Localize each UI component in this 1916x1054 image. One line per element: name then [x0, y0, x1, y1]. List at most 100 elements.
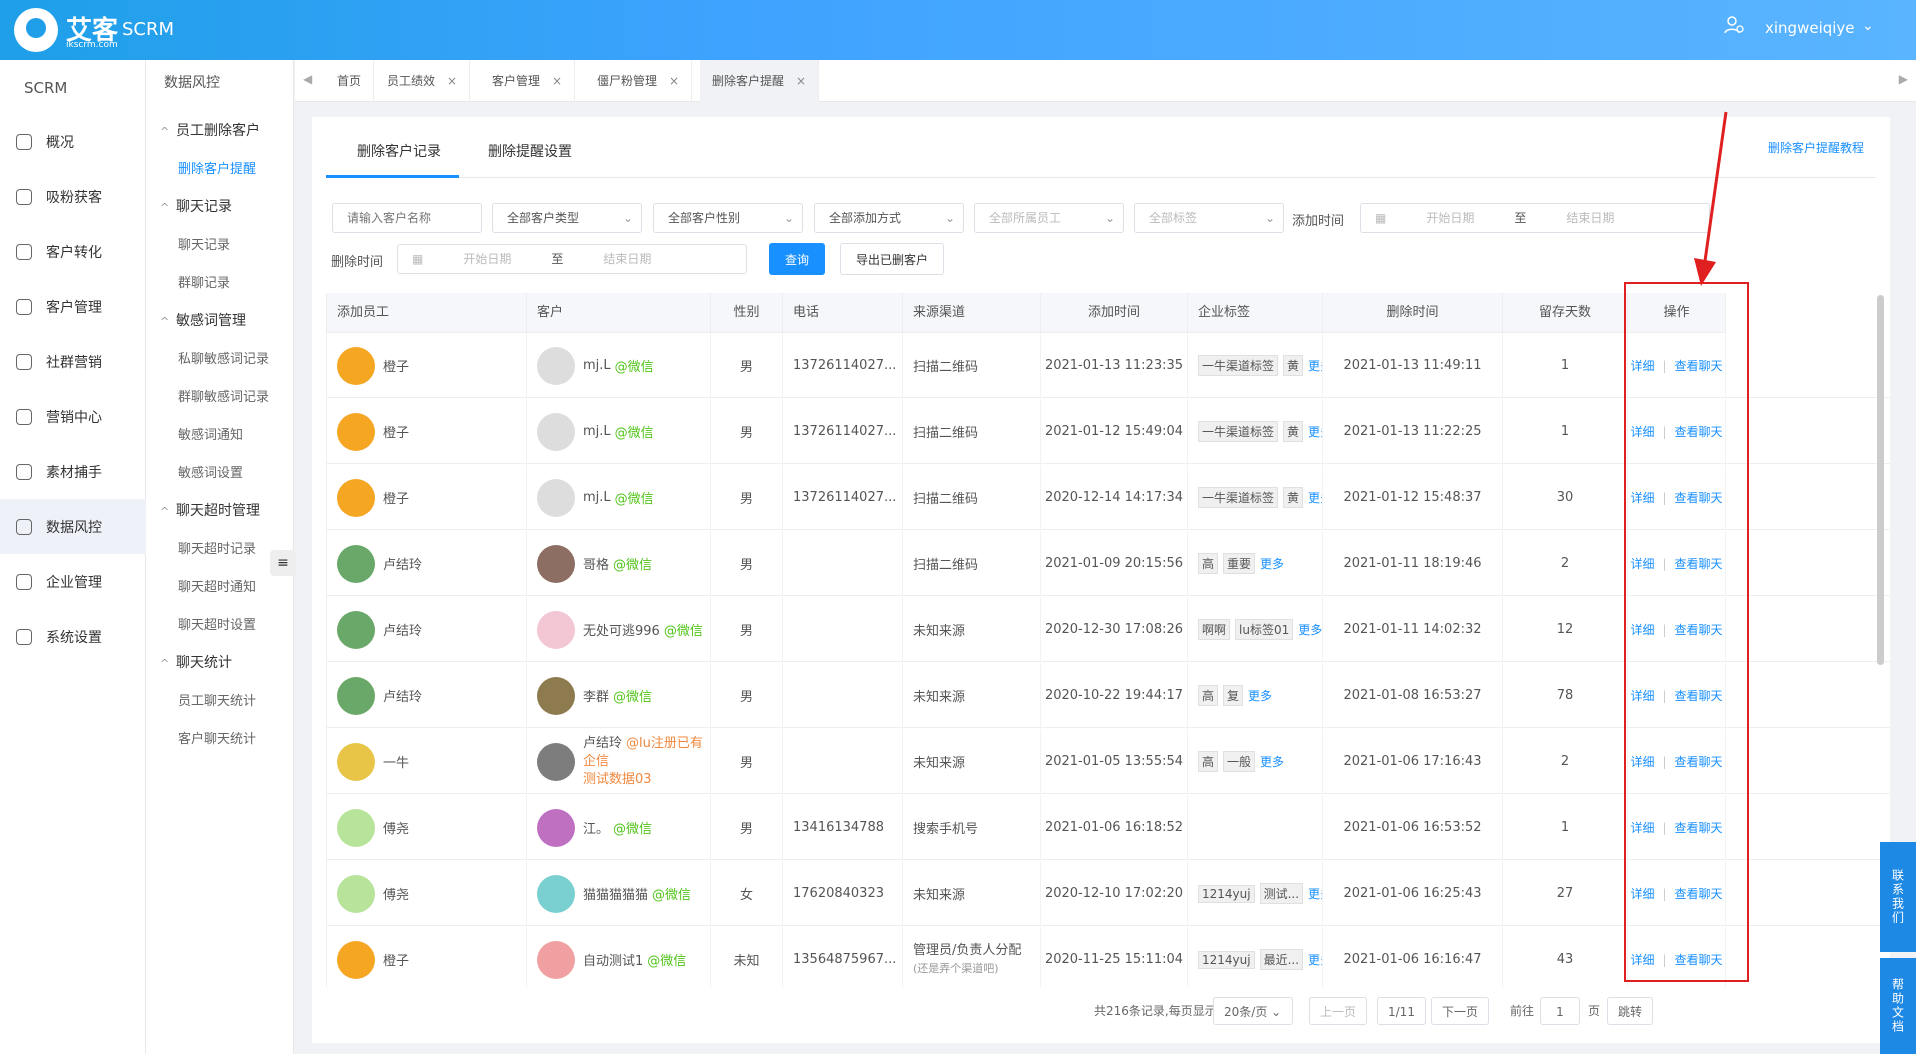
- tab-scroll-right-icon[interactable]: ▶: [1899, 72, 1908, 86]
- customer-name: mj.L: [583, 358, 611, 373]
- tag: 黄: [1283, 355, 1304, 376]
- user-settings-icon[interactable]: [1723, 14, 1745, 36]
- subnav-group[interactable]: 聊天统计: [160, 652, 232, 672]
- prev-page-button[interactable]: 上一页: [1309, 997, 1368, 1025]
- staff-name: 傅尧: [383, 888, 410, 903]
- sidebar-item-label: 营销中心: [46, 409, 102, 426]
- jump-button[interactable]: 跳转: [1607, 997, 1654, 1025]
- sidebar-item-material[interactable]: 素材捕手: [0, 444, 146, 499]
- subnav-item[interactable]: 删除客户提醒: [178, 158, 256, 177]
- source-cell: 未知来源: [903, 663, 1041, 728]
- sidebar-item-company[interactable]: 企业管理: [0, 554, 146, 609]
- chevron-down-icon[interactable]: ⌄: [1862, 18, 1874, 34]
- more-link[interactable]: 更多: [1260, 555, 1284, 572]
- subnav-item[interactable]: 私聊敏感词记录: [178, 348, 269, 367]
- tab-reminder-settings[interactable]: 删除提醒设置: [488, 141, 572, 161]
- sidebar-item-convert[interactable]: 客户转化: [0, 224, 146, 279]
- sidebar-item-acquire[interactable]: 吸粉获客: [0, 169, 146, 224]
- vertical-scrollbar[interactable]: [1877, 295, 1884, 665]
- customer-gender-select[interactable]: 全部客户性别 ⌄: [653, 203, 803, 233]
- tag: 测试...: [1259, 883, 1304, 904]
- gender-cell: 男: [711, 465, 783, 530]
- sidebar-item-settings[interactable]: 系统设置: [0, 609, 146, 664]
- start-date-placeholder: 开始日期: [1426, 211, 1475, 225]
- staff-select[interactable]: 全部所属员工 ⌄: [974, 203, 1124, 233]
- retention-days-cell: 1: [1503, 795, 1628, 860]
- sidebar-item-marketing[interactable]: 营销中心: [0, 389, 146, 444]
- subnav-item[interactable]: 敏感词设置: [178, 462, 243, 481]
- tab-scroll-left-icon[interactable]: ◀: [303, 72, 312, 86]
- more-link[interactable]: 更多: [1308, 951, 1322, 968]
- column-header: 添加时间: [1041, 293, 1188, 333]
- deleted-time: 2021-01-11 18:19:46: [1343, 556, 1482, 571]
- more-link[interactable]: 更多: [1308, 423, 1322, 440]
- tab-performance[interactable]: 员工绩效 ×: [375, 60, 471, 102]
- added-time-cell: 2021-01-12 15:49:04: [1041, 399, 1188, 464]
- customer-channel: @微信: [613, 822, 653, 837]
- tab-delete-records[interactable]: 删除客户记录: [357, 141, 441, 161]
- next-page-button[interactable]: 下一页: [1431, 997, 1490, 1025]
- sidebar-item-risk[interactable]: 数据风控: [0, 499, 146, 554]
- sidebar-item-community[interactable]: 社群营销: [0, 334, 146, 389]
- sidebar-item-customers[interactable]: 客户管理: [0, 279, 146, 334]
- source-cell: 未知来源: [903, 597, 1041, 662]
- deleted-time: 2021-01-08 16:53:27: [1343, 688, 1482, 703]
- page-size-select[interactable]: 20条/页 ⌄: [1213, 997, 1293, 1025]
- phone-value: 13726114027...: [793, 490, 897, 505]
- tab-zombie[interactable]: 僵尸粉管理 ×: [585, 60, 693, 102]
- company-icon: [16, 573, 32, 590]
- subnav-group[interactable]: 员工删除客户: [160, 120, 260, 140]
- subnav-group[interactable]: 聊天记录: [160, 196, 232, 216]
- customer-name-input[interactable]: [332, 203, 482, 233]
- subnav-item[interactable]: 聊天超时设置: [178, 614, 256, 633]
- export-deleted-button[interactable]: 导出已删客户: [840, 243, 944, 275]
- more-link[interactable]: 更多: [1260, 753, 1284, 770]
- chevron-down-icon: ⌄: [1264, 211, 1275, 225]
- subnav-group[interactable]: 聊天超时管理: [160, 500, 260, 520]
- avatar: [337, 412, 375, 451]
- delete-time-range[interactable]: ▦ 开始日期 至 结束日期: [397, 244, 747, 274]
- goto-page-input[interactable]: 1: [1540, 997, 1580, 1025]
- query-button[interactable]: 查询: [769, 243, 825, 275]
- subnav-item[interactable]: 客户聊天统计: [178, 728, 256, 747]
- subnav-item[interactable]: 聊天超时通知: [178, 576, 256, 595]
- subnav-item[interactable]: 敏感词通知: [178, 424, 243, 443]
- customer-info: 卢结玲 @lu注册已有企信 测试数据03: [583, 735, 710, 789]
- subnav-item[interactable]: 群聊记录: [178, 272, 230, 291]
- tab-home[interactable]: 首页: [325, 60, 375, 102]
- subnav-item[interactable]: 群聊敏感词记录: [178, 386, 269, 405]
- tag: 高: [1198, 751, 1219, 772]
- tag: 一般: [1223, 751, 1256, 772]
- close-icon[interactable]: ×: [552, 74, 562, 88]
- close-icon[interactable]: ×: [669, 74, 679, 88]
- more-link[interactable]: 更多: [1308, 357, 1322, 374]
- close-icon[interactable]: ×: [447, 74, 457, 88]
- more-link[interactable]: 更多: [1298, 621, 1322, 638]
- more-link[interactable]: 更多: [1248, 687, 1272, 704]
- more-link[interactable]: 更多: [1308, 885, 1322, 902]
- staff-cell: 傅尧: [327, 861, 527, 926]
- tab-delete-reminder[interactable]: 删除客户提醒 ×: [700, 60, 820, 102]
- subnav-item[interactable]: 员工聊天统计: [178, 690, 256, 709]
- contact-us-button[interactable]: 联系我们: [1880, 842, 1916, 952]
- add-time-range[interactable]: ▦ 开始日期 至 结束日期: [1360, 203, 1710, 233]
- sidebar-item-overview[interactable]: 概况: [0, 114, 146, 169]
- subnav-item[interactable]: 聊天超时记录: [178, 538, 256, 557]
- customer-name: 无处可逃996: [583, 624, 660, 639]
- collapse-menu-icon[interactable]: ≡: [270, 550, 296, 576]
- user-name[interactable]: xingweiqiye: [1765, 19, 1855, 37]
- customer-name: 卢结玲: [583, 735, 623, 751]
- more-link[interactable]: 更多: [1308, 489, 1322, 506]
- subnav-group[interactable]: 敏感词管理: [160, 310, 246, 330]
- tab-customers[interactable]: 客户管理 ×: [480, 60, 576, 102]
- add-method-select[interactable]: 全部添加方式 ⌄: [814, 203, 964, 233]
- help-docs-button[interactable]: 帮助文档: [1880, 958, 1916, 1054]
- customer-type-select[interactable]: 全部客户类型 ⌄: [492, 203, 642, 233]
- close-icon[interactable]: ×: [796, 74, 806, 88]
- tags-select[interactable]: 全部标签 ⌄: [1134, 203, 1284, 233]
- gender-cell: 男: [711, 795, 783, 860]
- retention-days: 12: [1556, 622, 1574, 637]
- customer-channel: @微信: [613, 558, 653, 573]
- tutorial-link[interactable]: 删除客户提醒教程: [1768, 139, 1864, 156]
- subnav-item[interactable]: 聊天记录: [178, 234, 230, 253]
